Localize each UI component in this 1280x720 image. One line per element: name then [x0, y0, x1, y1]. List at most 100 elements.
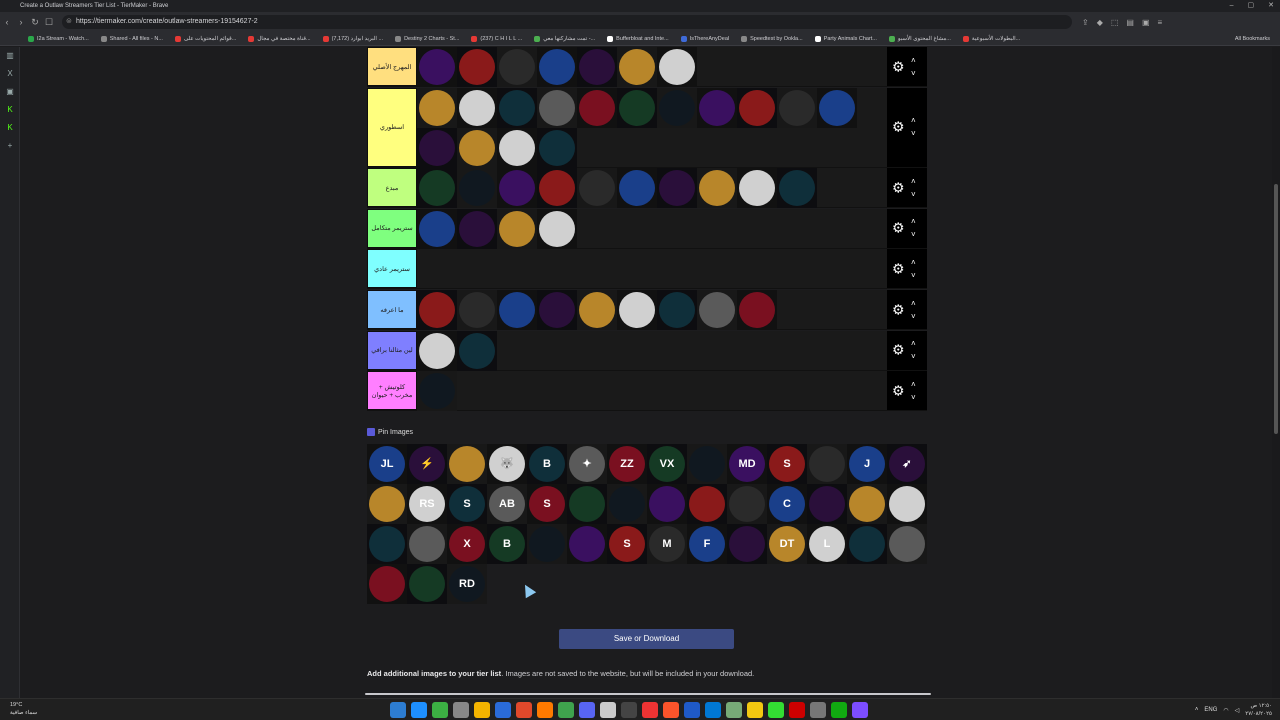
streamer-avatar[interactable]: [617, 168, 657, 209]
streamer-avatar[interactable]: JL: [367, 444, 407, 484]
streamer-avatar[interactable]: [417, 290, 457, 330]
streamer-avatar[interactable]: B: [487, 524, 527, 564]
tier-label[interactable]: ستريمر عادي: [367, 249, 417, 289]
taskbar-app-icon[interactable]: [600, 702, 616, 718]
streamer-avatar[interactable]: RS: [407, 484, 447, 524]
streamer-avatar[interactable]: [537, 127, 577, 168]
taskbar-app-icon[interactable]: [474, 702, 490, 718]
upload-box-top[interactable]: [365, 693, 931, 695]
streamer-avatar[interactable]: [457, 208, 497, 249]
extensions-icon[interactable]: ⬚: [1111, 18, 1119, 27]
back-arrow-icon[interactable]: ‹: [0, 17, 14, 27]
tier-label[interactable]: المهرج الأصلي: [367, 47, 417, 86]
language-indicator[interactable]: ENG: [1204, 707, 1217, 713]
tier-items[interactable]: [417, 87, 887, 168]
taskbar-app-icon[interactable]: [642, 702, 658, 718]
tier-label[interactable]: لين مثالنا برافي: [367, 330, 417, 370]
bookmark-item[interactable]: مشاغ المحتوى الأسبو...: [888, 35, 951, 42]
streamer-avatar[interactable]: [407, 524, 447, 564]
taskbar-app-icon[interactable]: [684, 702, 700, 718]
bookmark-item[interactable]: Party Animals Chart...: [814, 35, 877, 42]
gear-icon[interactable]: ⚙: [892, 301, 905, 318]
streamer-avatar[interactable]: [417, 208, 457, 249]
taskbar-app-icon[interactable]: [789, 702, 805, 718]
streamer-avatar[interactable]: [457, 127, 497, 168]
bookmark-item[interactable]: قناة مختصة في مجال...: [248, 35, 311, 42]
streamer-avatar[interactable]: [807, 484, 847, 524]
save-download-button[interactable]: Save or Download: [559, 629, 734, 649]
streamer-avatar[interactable]: [577, 290, 617, 330]
streamer-avatar[interactable]: [497, 208, 537, 249]
streamer-avatar[interactable]: ✦: [567, 444, 607, 484]
streamer-avatar[interactable]: [807, 444, 847, 484]
streamer-avatar[interactable]: [497, 47, 537, 87]
taskbar-app-icon[interactable]: [810, 702, 826, 718]
streamer-avatar[interactable]: [417, 127, 457, 168]
streamer-avatar[interactable]: [887, 524, 927, 564]
bookmark-item[interactable]: Destiny 2 Charts - St...: [395, 35, 459, 42]
streamer-avatar[interactable]: [367, 484, 407, 524]
share-icon[interactable]: ⇪: [1082, 18, 1089, 27]
tier-items[interactable]: [417, 371, 887, 412]
move-up-icon[interactable]: ˄: [911, 297, 916, 310]
streamer-avatar[interactable]: [457, 330, 497, 371]
taskbar-app-icon[interactable]: [495, 702, 511, 718]
streamer-avatar[interactable]: [617, 87, 657, 128]
chevron-up-icon[interactable]: ˄: [1195, 707, 1199, 713]
streamer-avatar[interactable]: S: [607, 524, 647, 564]
streamer-avatar[interactable]: [457, 290, 497, 330]
scrollbar-thumb[interactable]: [1274, 184, 1278, 434]
move-down-icon[interactable]: ˅: [911, 391, 916, 404]
scrollbar[interactable]: [1272, 47, 1280, 698]
move-up-icon[interactable]: ˄: [911, 54, 916, 67]
tier-label[interactable]: ما اعرفه: [367, 290, 417, 329]
bookmark-item[interactable]: Speedtest by Ookla...: [741, 35, 803, 42]
streamer-avatar[interactable]: [697, 168, 737, 209]
streamer-avatar[interactable]: [657, 290, 697, 330]
maximize-button[interactable]: ▢: [1248, 0, 1255, 12]
streamer-avatar[interactable]: [577, 47, 617, 87]
taskbar-app-icon[interactable]: [705, 702, 721, 718]
streamer-avatar[interactable]: [457, 47, 497, 87]
streamer-avatar[interactable]: [617, 290, 657, 330]
streamer-avatar[interactable]: [727, 484, 767, 524]
kick-icon[interactable]: K: [0, 101, 20, 119]
bookmark-item[interactable]: (7,172) البريد ابوارد ...: [322, 35, 383, 42]
streamer-avatar[interactable]: [447, 444, 487, 484]
wifi-icon[interactable]: ◠: [1223, 707, 1228, 714]
forward-arrow-icon[interactable]: ›: [14, 17, 28, 27]
bookmark-icon[interactable]: ☐: [42, 17, 56, 28]
streamer-avatar[interactable]: ➶: [887, 444, 927, 484]
streamer-avatar[interactable]: [687, 484, 727, 524]
streamer-avatar[interactable]: [697, 290, 737, 330]
streamer-avatar[interactable]: [537, 47, 577, 87]
move-up-icon[interactable]: ˄: [911, 175, 916, 188]
bookmark-item[interactable]: I2a Stream - Watch...: [28, 35, 89, 42]
clock[interactable]: ١٢:٥٠ ص ٢٧/٠٨/٢٠٢٥: [1245, 702, 1272, 718]
wallet-icon[interactable]: ▣: [1142, 18, 1150, 27]
streamer-avatar[interactable]: [697, 87, 737, 128]
move-down-icon[interactable]: ˅: [911, 269, 916, 282]
streamer-avatar[interactable]: [497, 87, 537, 128]
gear-icon[interactable]: ⚙: [892, 179, 905, 196]
streamer-avatar[interactable]: [847, 524, 887, 564]
streamer-avatar[interactable]: [367, 564, 407, 604]
streamer-avatar[interactable]: J: [847, 444, 887, 484]
sidebar-toggle-icon[interactable]: ▤: [1126, 18, 1134, 27]
tier-items[interactable]: [417, 330, 887, 371]
taskbar-app-icon[interactable]: [621, 702, 637, 718]
streamer-avatar[interactable]: [457, 168, 497, 209]
streamer-avatar[interactable]: [657, 87, 697, 128]
close-button[interactable]: ✕: [1268, 0, 1274, 12]
move-up-icon[interactable]: ˄: [911, 256, 916, 269]
kick-icon-2[interactable]: K: [0, 119, 20, 137]
streamer-avatar[interactable]: [847, 484, 887, 524]
menu-icon[interactable]: ≡: [1158, 18, 1163, 27]
streamer-avatar[interactable]: M: [647, 524, 687, 564]
minimize-button[interactable]: –: [1230, 0, 1234, 12]
streamer-avatar[interactable]: [537, 290, 577, 330]
streamer-avatar[interactable]: S: [767, 444, 807, 484]
streamer-avatar[interactable]: [887, 484, 927, 524]
streamer-avatar[interactable]: 🐺: [487, 444, 527, 484]
taskbar-app-icon[interactable]: [558, 702, 574, 718]
